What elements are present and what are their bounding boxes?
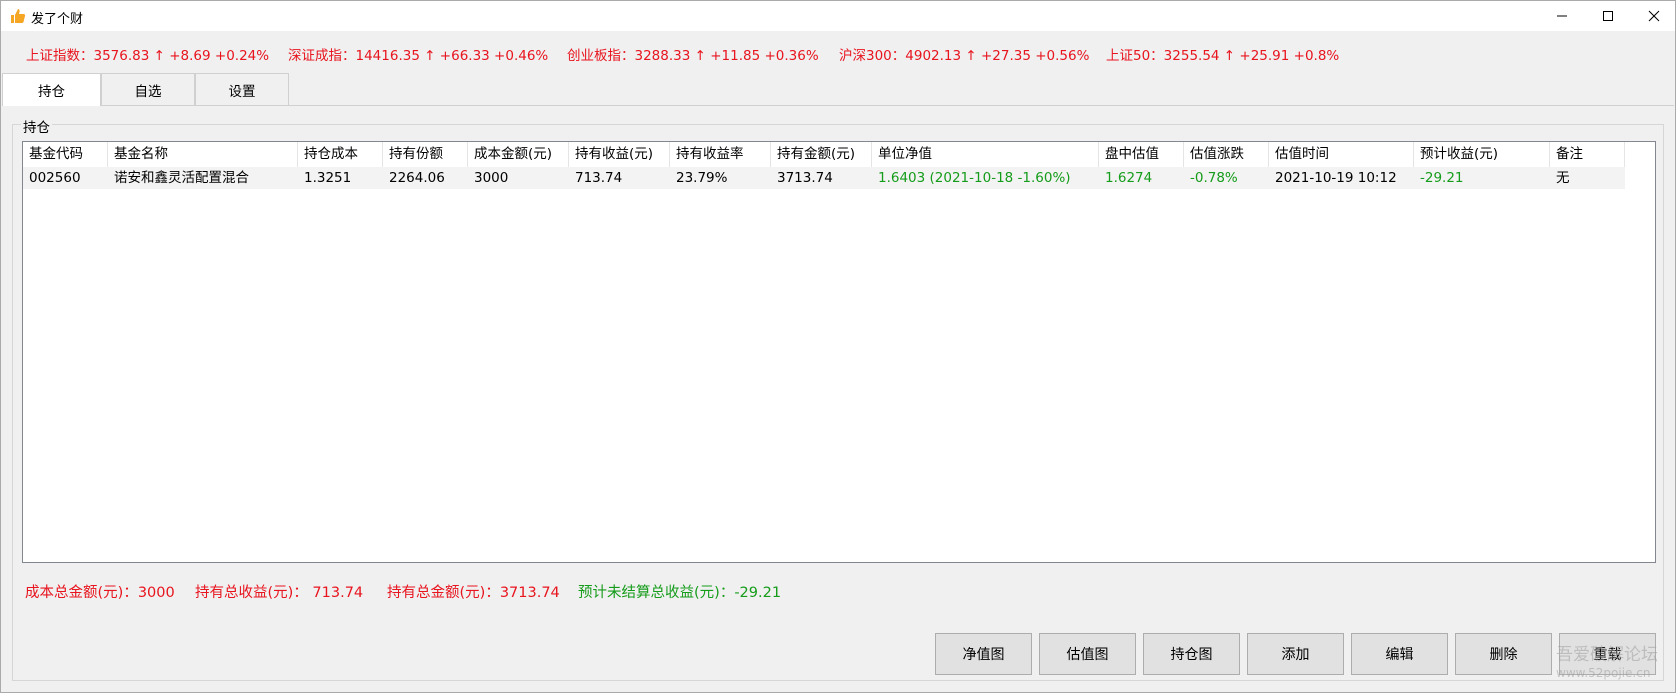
edit-button[interactable]: 编辑 bbox=[1351, 633, 1448, 675]
col-estimate-change[interactable]: 估值涨跌 bbox=[1184, 142, 1269, 167]
nav-chart-button[interactable]: 净值图 bbox=[935, 633, 1032, 675]
tab-bar: 持仓 自选 设置 bbox=[1, 73, 1675, 106]
minimize-icon bbox=[1557, 15, 1567, 17]
col-hold-amount[interactable]: 持有金额(元) bbox=[771, 142, 872, 167]
watermark-title: 吾爱破解论坛 bbox=[1556, 645, 1658, 665]
minimize-button[interactable] bbox=[1539, 1, 1585, 31]
col-cost[interactable]: 持仓成本 bbox=[298, 142, 383, 167]
tab-settings[interactable]: 设置 bbox=[195, 73, 289, 105]
title-bar[interactable]: 发了个财 bbox=[1, 1, 1675, 31]
cell-cost-amount: 3000 bbox=[474, 170, 509, 186]
tab-holdings[interactable]: 持仓 bbox=[2, 73, 101, 106]
col-profit-rate[interactable]: 持有收益率 bbox=[670, 142, 771, 167]
col-shares[interactable]: 持有份额 bbox=[383, 142, 468, 167]
summary-cost-total: 成本总金额(元)：3000 bbox=[25, 585, 175, 601]
ticker-sse50: 上证50：3255.54 ↑ +25.91 +0.8% bbox=[1106, 48, 1340, 64]
watermark-url: www.52pojie.cn bbox=[1556, 666, 1651, 680]
col-fund-name[interactable]: 基金名称 bbox=[108, 142, 298, 167]
add-button[interactable]: 添加 bbox=[1247, 633, 1344, 675]
close-button[interactable] bbox=[1631, 1, 1676, 31]
col-expected-profit[interactable]: 预计收益(元) bbox=[1414, 142, 1550, 167]
maximize-icon bbox=[1603, 11, 1613, 21]
delete-button[interactable]: 删除 bbox=[1455, 633, 1552, 675]
col-nav[interactable]: 单位净值 bbox=[872, 142, 1099, 167]
cell-shares: 2264.06 bbox=[389, 170, 445, 186]
cell-fund-name: 诺安和鑫灵活配置混合 bbox=[114, 170, 249, 186]
cell-hold-amount: 3713.74 bbox=[777, 170, 833, 186]
app-window: 发了个财 上证指数：3576.83 ↑ +8.69 +0.24% 深证成指：14… bbox=[0, 0, 1676, 693]
estimate-chart-button[interactable]: 估值图 bbox=[1039, 633, 1136, 675]
thumbs-up-icon bbox=[10, 8, 26, 24]
ticker-chinext: 创业板指：3288.33 ↑ +11.85 +0.36% bbox=[567, 48, 819, 64]
col-note[interactable]: 备注 bbox=[1550, 142, 1625, 167]
cell-estimate-time: 2021-10-19 10:12 bbox=[1275, 170, 1397, 186]
maximize-button[interactable] bbox=[1585, 1, 1631, 31]
window-title: 发了个财 bbox=[31, 12, 84, 27]
summary-hold-amount: 持有总金额(元)：3713.74 bbox=[387, 585, 560, 601]
col-profit[interactable]: 持有收益(元) bbox=[569, 142, 670, 167]
holdings-panel: 持仓 基金代码 基金名称 持仓成本 持有份额 成本金额(元) 持有收益(元) 持… bbox=[2, 105, 1674, 690]
col-cost-amount[interactable]: 成本金额(元) bbox=[468, 142, 569, 167]
col-fund-code[interactable]: 基金代码 bbox=[23, 142, 108, 167]
summary-expected-profit: 预计未结算总收益(元)：-29.21 bbox=[578, 585, 782, 601]
ticker-csi300: 沪深300：4902.13 ↑ +27.35 +0.56% bbox=[839, 48, 1090, 64]
holdings-table[interactable]: 基金代码 基金名称 持仓成本 持有份额 成本金额(元) 持有收益(元) 持有收益… bbox=[22, 141, 1656, 563]
table-row[interactable]: 002560 诺安和鑫灵活配置混合 1.3251 2264.06 3000 71… bbox=[23, 167, 1625, 189]
cell-profit: 713.74 bbox=[575, 170, 623, 186]
tab-watchlist[interactable]: 自选 bbox=[101, 73, 195, 105]
holdings-group: 持仓 基金代码 基金名称 持仓成本 持有份额 成本金额(元) 持有收益(元) 持… bbox=[12, 116, 1664, 681]
ticker-shanghai: 上证指数：3576.83 ↑ +8.69 +0.24% bbox=[26, 48, 270, 64]
col-estimate-time[interactable]: 估值时间 bbox=[1269, 142, 1414, 167]
cell-nav: 1.6403 (2021-10-18 -1.60%) bbox=[878, 170, 1071, 186]
group-label: 持仓 bbox=[21, 116, 52, 136]
index-ticker: 上证指数：3576.83 ↑ +8.69 +0.24% 深证成指：14416.3… bbox=[1, 31, 1675, 73]
cell-fund-code: 002560 bbox=[29, 170, 81, 186]
watermark: 吾爱破解论坛 www.52pojie.cn bbox=[1556, 646, 1658, 682]
cell-estimate: 1.6274 bbox=[1105, 170, 1153, 186]
col-estimate[interactable]: 盘中估值 bbox=[1099, 142, 1184, 167]
cell-cost: 1.3251 bbox=[304, 170, 352, 186]
holding-chart-button[interactable]: 持仓图 bbox=[1143, 633, 1240, 675]
summary-hold-profit: 持有总收益(元)： 713.74 bbox=[195, 585, 364, 601]
ticker-shenzhen: 深证成指：14416.35 ↑ +66.33 +0.46% bbox=[288, 48, 549, 64]
cell-profit-rate: 23.79% bbox=[676, 170, 728, 186]
cell-note: 无 bbox=[1556, 170, 1570, 186]
cell-estimate-change: -0.78% bbox=[1190, 170, 1238, 186]
cell-expected-profit: -29.21 bbox=[1420, 170, 1464, 186]
table-header: 基金代码 基金名称 持仓成本 持有份额 成本金额(元) 持有收益(元) 持有收益… bbox=[23, 142, 1655, 167]
close-icon bbox=[1648, 10, 1660, 22]
